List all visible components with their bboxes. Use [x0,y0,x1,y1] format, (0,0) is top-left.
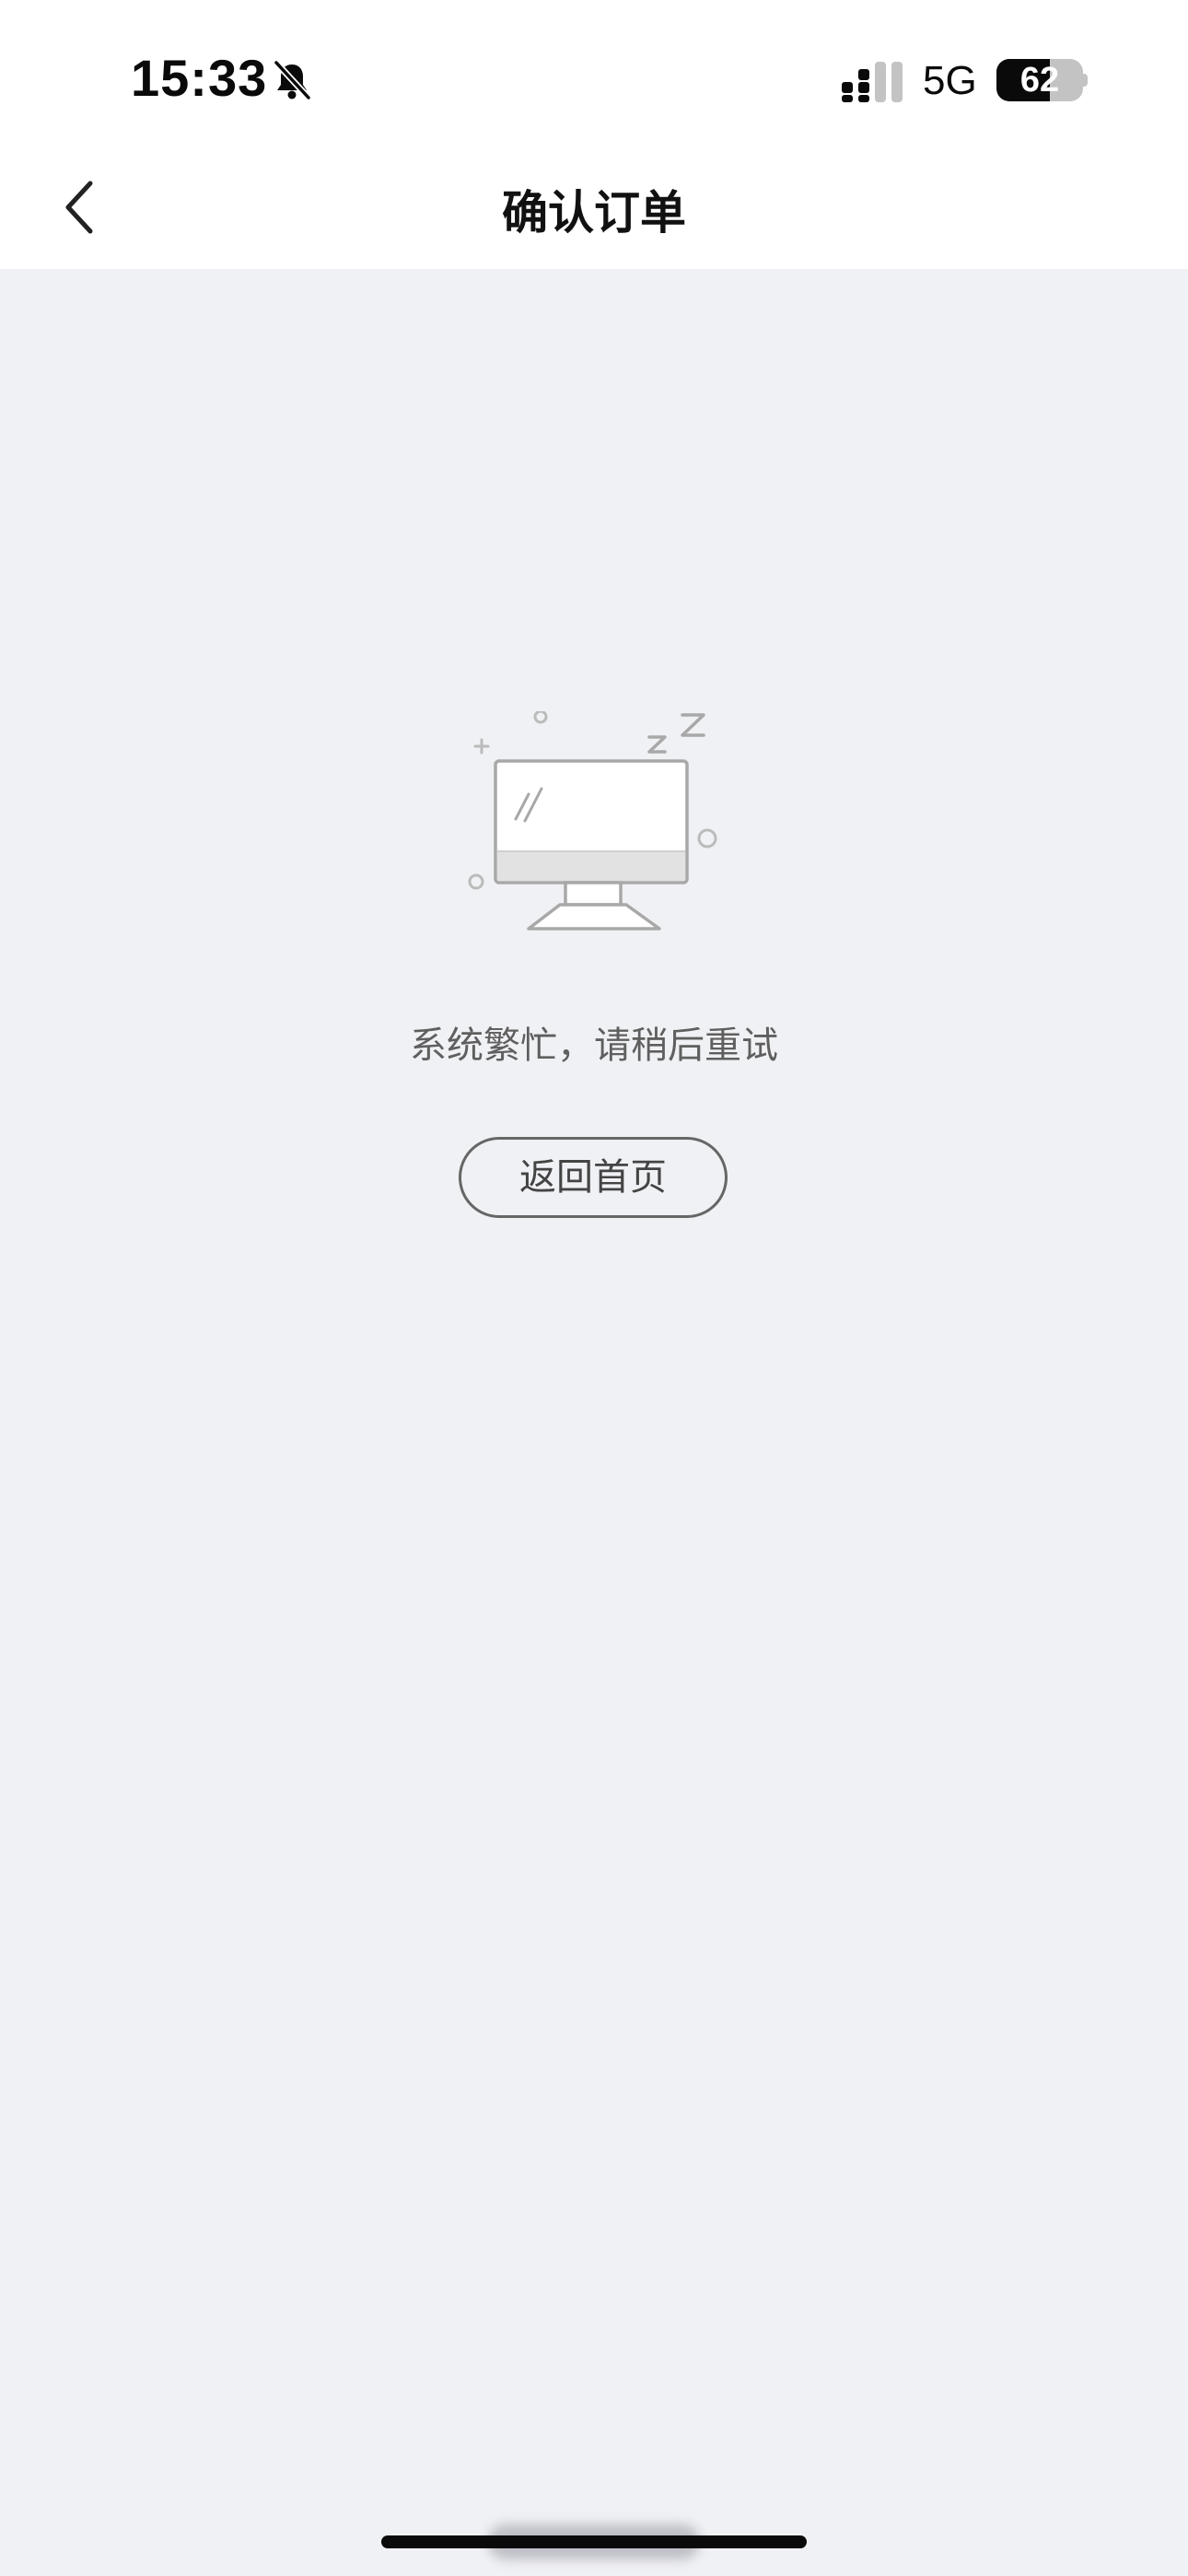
return-home-button[interactable]: 返回首页 [459,1137,728,1218]
page-title: 确认订单 [502,186,686,240]
bell-slash-icon [273,59,312,101]
cellular-signal-icon [842,62,903,102]
battery-indicator: 62 [996,59,1083,101]
main-content: 系统繁忙，请稍后重试 返回首页 [0,269,1188,2576]
home-indicator[interactable] [381,2535,807,2548]
sleeping-computer-icon [468,711,717,931]
error-message: 系统繁忙，请稍后重试 [410,1025,778,1067]
network-type-label: 5G [923,58,977,103]
navigation-bar: 确认订单 [0,152,1188,269]
status-bar: 15:33 5G 62 [0,0,1188,152]
battery-level-text: 62 [1019,61,1060,100]
status-time: 15:33 [131,49,268,107]
battery-cap [1083,74,1088,87]
